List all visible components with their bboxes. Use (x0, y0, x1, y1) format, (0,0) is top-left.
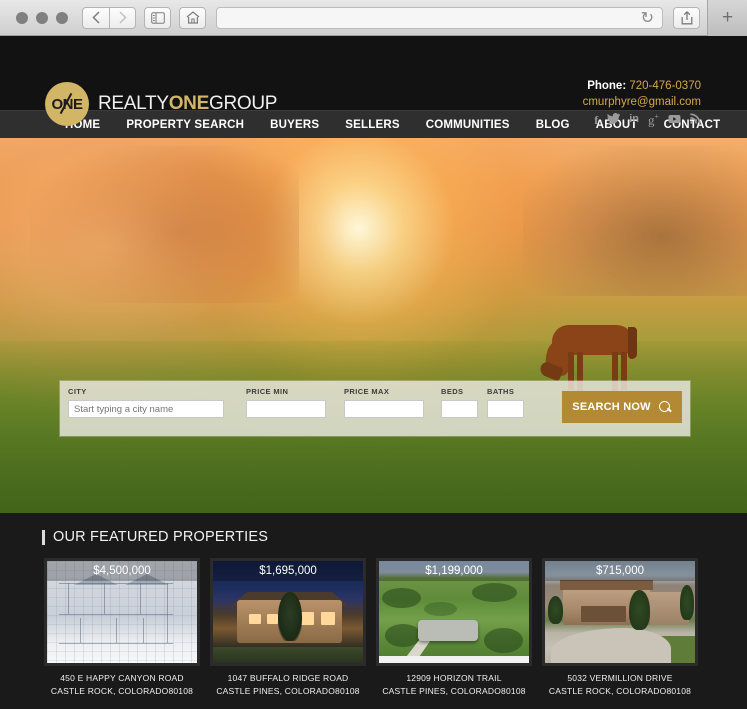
search-now-button[interactable]: SEARCH NOW (562, 391, 682, 423)
brand-group: GROUP (208, 93, 278, 114)
back-button[interactable] (82, 6, 109, 29)
beds-input[interactable] (441, 400, 478, 418)
price-min-field-group: PRICE MIN (246, 387, 326, 418)
price-max-input[interactable] (344, 400, 424, 418)
baths-label: BATHS (487, 387, 515, 396)
property-address-line2: CASTLE ROCK, COLORADO80108 (50, 686, 194, 696)
property-address: 1047 BUFFALO RIDGE ROAD CASTLE PINES, CO… (210, 672, 366, 698)
forward-button[interactable] (109, 6, 136, 29)
property-price: $715,000 (545, 561, 695, 581)
brand-one: ONE (168, 93, 210, 114)
phone-line: Phone: 720-476-0370 (583, 80, 701, 92)
property-card[interactable]: $1,199,000 12909 HORIZON TRAIL CASTLE PI… (376, 558, 532, 698)
phone-number[interactable]: 720-476-0370 (629, 80, 701, 92)
hero-tree-right (522, 145, 747, 296)
nav-item-sellers[interactable]: SELLERS (332, 119, 412, 131)
property-image: $1,695,000 (210, 558, 366, 666)
property-address-line2: CASTLE ROCK, COLORADO80108 (548, 686, 692, 696)
social-links: f in g+ (583, 113, 701, 126)
price-min-input[interactable] (246, 400, 326, 418)
sidebar-toggle-button[interactable] (144, 6, 171, 29)
linkedin-icon[interactable]: in (629, 114, 639, 125)
property-image: $4,500,000 (44, 558, 200, 666)
property-price: $1,695,000 (213, 561, 363, 581)
property-price: $4,500,000 (47, 561, 197, 581)
property-address: 5032 VERMILLION DRIVE CASTLE ROCK, COLOR… (542, 672, 698, 698)
baths-input[interactable] (487, 400, 524, 418)
featured-heading: OUR FEATURED PROPERTIES (42, 529, 747, 545)
close-window-button[interactable] (16, 11, 28, 24)
share-button[interactable] (673, 6, 700, 29)
city-label: CITY (68, 387, 87, 396)
home-icon (186, 11, 199, 24)
header-contact-block: Phone: 720-476-0370 cmurphyre@gmail.com … (583, 80, 701, 126)
youtube-icon[interactable] (668, 114, 681, 126)
minimize-window-button[interactable] (36, 11, 48, 24)
chevron-left-icon (92, 11, 100, 24)
baths-field-group: BATHS (487, 387, 524, 418)
property-card[interactable]: $4,500,000 450 E HAPPY CANYON ROAD CASTL… (44, 558, 200, 698)
price-max-label: PRICE MAX (344, 387, 390, 396)
property-card[interactable]: $1,695,000 1047 BUFFALO RIDGE ROAD CASTL… (210, 558, 366, 698)
hero-banner: CITY PRICE MIN PRICE MAX BEDS BATHS (0, 138, 747, 513)
nav-item-communities[interactable]: COMMUNITIES (413, 119, 523, 131)
property-address: 450 E HAPPY CANYON ROAD CASTLE ROCK, COL… (44, 672, 200, 698)
property-image: $715,000 (542, 558, 698, 666)
rss-icon[interactable] (690, 113, 701, 126)
city-input[interactable] (68, 400, 224, 418)
brand-wordmark: REALTYONEGROUP (98, 93, 277, 115)
phone-label: Phone: (587, 80, 627, 92)
chevron-right-icon (118, 11, 127, 24)
featured-title-text: OUR FEATURED PROPERTIES (53, 529, 269, 545)
property-price: $1,199,000 (379, 561, 529, 581)
twitter-icon[interactable] (607, 113, 621, 126)
property-search-form: CITY PRICE MIN PRICE MAX BEDS BATHS (60, 381, 690, 436)
site-header: ONE REALTYONEGROUP Phone: 720-476-0370 c… (0, 36, 747, 126)
browser-window: ↻ + ONE REALTYONEGROUP Phone: 720-476-03… (0, 0, 747, 709)
property-address-line1: 450 E HAPPY CANYON ROAD (60, 673, 184, 683)
sidebar-icon (150, 11, 165, 24)
city-field-group: CITY (68, 387, 224, 418)
property-image: $1,199,000 (376, 558, 532, 666)
beds-field-group: BEDS (441, 387, 478, 418)
property-address-line1: 12909 HORIZON TRAIL (406, 673, 502, 683)
new-tab-button[interactable]: + (707, 0, 747, 36)
reload-icon[interactable]: ↻ (641, 8, 654, 28)
property-address-line1: 5032 VERMILLION DRIVE (567, 673, 673, 683)
navigation-buttons (82, 6, 136, 29)
property-address: 12909 HORIZON TRAIL CASTLE PINES, COLORA… (376, 672, 532, 698)
heading-accent-bar (42, 529, 45, 545)
share-icon (681, 10, 692, 24)
brand-realty: REALTY (98, 93, 169, 114)
maximize-window-button[interactable] (56, 11, 68, 24)
logo-circle-icon: ONE (45, 82, 89, 126)
email-link[interactable]: cmurphyre@gmail.com (583, 96, 701, 108)
property-card[interactable]: $715,000 5032 VERMILLION DRIVE CASTLE RO… (542, 558, 698, 698)
googleplus-icon[interactable]: g+ (648, 113, 659, 127)
browser-toolbar: ↻ + (0, 0, 747, 36)
price-min-label: PRICE MIN (246, 387, 289, 396)
property-address-line1: 1047 BUFFALO RIDGE ROAD (227, 673, 349, 683)
facebook-icon[interactable]: f (594, 114, 598, 126)
beds-label: BEDS (441, 387, 464, 396)
address-bar[interactable]: ↻ (216, 6, 663, 29)
site-logo[interactable]: ONE REALTYONEGROUP (45, 82, 277, 126)
window-traffic-lights (6, 11, 78, 24)
featured-properties-section: OUR FEATURED PROPERTIES $4,500,000 450 E… (0, 513, 747, 709)
featured-cards-list: $4,500,000 450 E HAPPY CANYON ROAD CASTL… (0, 558, 747, 698)
search-icon (658, 400, 672, 414)
search-now-label: SEARCH NOW (572, 401, 651, 413)
price-max-field-group: PRICE MAX (344, 387, 424, 418)
nav-item-blog[interactable]: BLOG (523, 119, 583, 131)
property-address-line2: CASTLE PINES, COLORADO80108 (382, 686, 526, 696)
property-address-line2: CASTLE PINES, COLORADO80108 (216, 686, 360, 696)
web-page: ONE REALTYONEGROUP Phone: 720-476-0370 c… (0, 36, 747, 709)
home-button[interactable] (179, 6, 206, 29)
